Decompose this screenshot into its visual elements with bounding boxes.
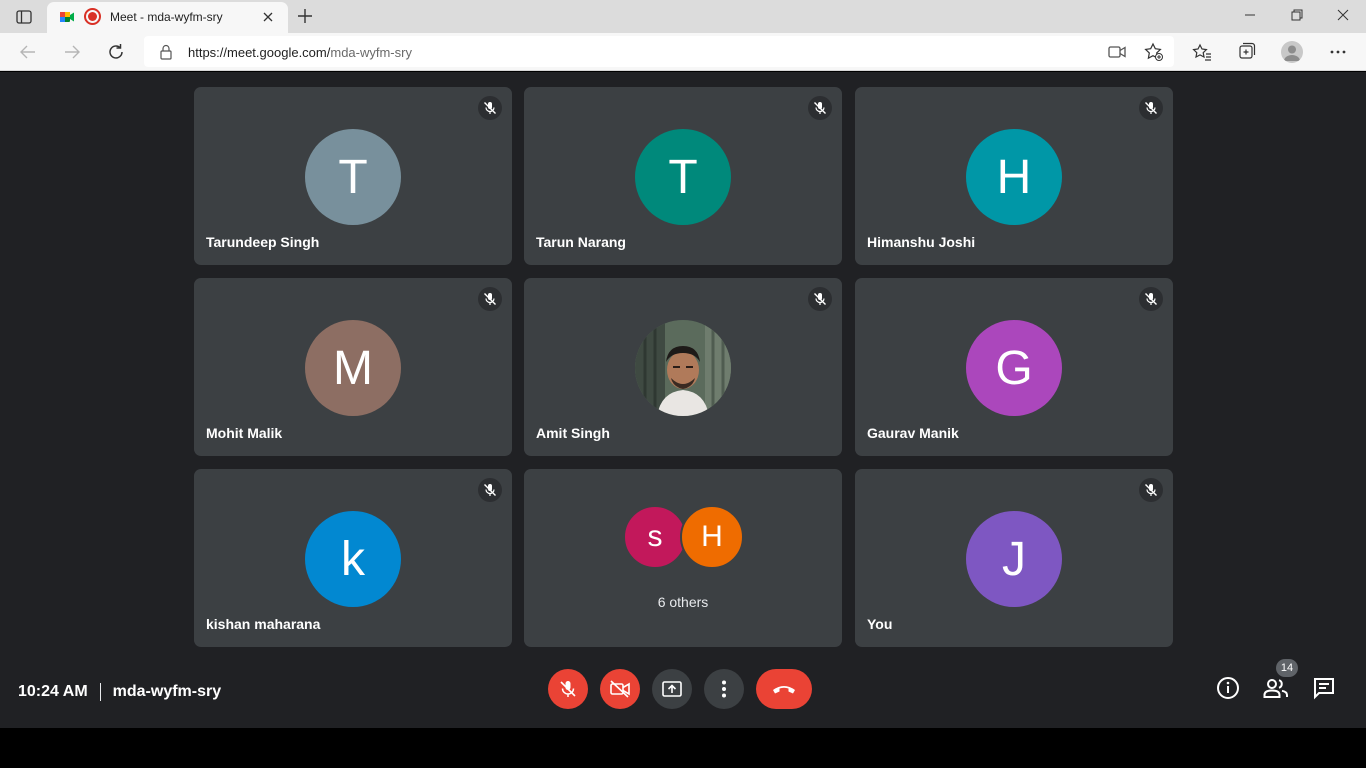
- favorites-icon[interactable]: [1191, 41, 1213, 63]
- participant-tile[interactable]: k kishan maharana: [194, 469, 512, 647]
- lock-icon: [160, 44, 172, 60]
- others-avatar: s: [623, 505, 687, 569]
- muted-mic-icon: [478, 96, 502, 120]
- muted-mic-icon: [478, 287, 502, 311]
- participant-tile[interactable]: H Himanshu Joshi: [855, 87, 1173, 265]
- avatar: M: [305, 320, 401, 416]
- self-tile[interactable]: J You: [855, 469, 1173, 647]
- meeting-code: mda-wyfm-sry: [112, 683, 222, 700]
- chat-icon[interactable]: [1311, 675, 1337, 701]
- others-count-label: 6 others: [657, 594, 709, 610]
- avatar-initial: G: [995, 341, 1033, 395]
- muted-mic-icon: [478, 478, 502, 502]
- minimize-icon[interactable]: [1238, 5, 1262, 25]
- participant-name: Amit Singh: [536, 425, 610, 441]
- meeting-details: 10:24 AM mda-wyfm-sry: [18, 680, 221, 704]
- new-tab-icon[interactable]: [295, 6, 315, 26]
- participant-tile[interactable]: M Mohit Malik: [194, 278, 512, 456]
- more-options-button[interactable]: [704, 669, 744, 709]
- avatar-initial: M: [333, 341, 373, 395]
- avatar: k: [305, 511, 401, 607]
- participant-tile[interactable]: Amit Singh: [524, 278, 842, 456]
- participant-name: Himanshu Joshi: [867, 234, 976, 250]
- meet-call-area: T Tarundeep Singh T Tarun Narang H Himan…: [0, 72, 1366, 728]
- present-icon: [662, 681, 682, 697]
- tab-title: Meet - mda-wyfm-sry: [110, 10, 223, 24]
- people-icon[interactable]: [1263, 675, 1289, 701]
- avatar: H: [966, 129, 1062, 225]
- avatar: G: [966, 320, 1062, 416]
- avatar-initial: s: [647, 520, 663, 553]
- participant-name: kishan maharana: [206, 616, 321, 632]
- participant-count-badge: 14: [1276, 659, 1298, 677]
- meet-favicon-icon: [60, 12, 74, 22]
- muted-mic-icon: [1139, 96, 1163, 120]
- participant-tile[interactable]: G Gaurav Manik: [855, 278, 1173, 456]
- muted-mic-icon: [1139, 287, 1163, 311]
- mic-off-icon: [560, 681, 576, 697]
- camera-off-icon: [610, 680, 630, 698]
- participant-name: You: [867, 616, 893, 632]
- present-screen-button[interactable]: [652, 669, 692, 709]
- avatar: J: [966, 511, 1062, 607]
- participant-tile[interactable]: T Tarun Narang: [524, 87, 842, 265]
- muted-mic-icon: [808, 287, 832, 311]
- avatar-initial: H: [701, 520, 723, 553]
- others-tile[interactable]: s H 6 others: [524, 469, 842, 647]
- others-avatar: H: [680, 505, 744, 569]
- tab-actions-icon[interactable]: [10, 7, 38, 27]
- refresh-icon[interactable]: [104, 41, 128, 63]
- collections-icon[interactable]: [1235, 41, 1257, 63]
- profile-photo-icon: [635, 320, 731, 416]
- url-host: https://meet.google.com/: [188, 45, 331, 60]
- more-vert-icon: [722, 680, 726, 698]
- avatar-initial: T: [668, 150, 698, 204]
- browser-tab-meet[interactable]: Meet - mda-wyfm-sry: [47, 2, 288, 33]
- participant-name: Tarundeep Singh: [206, 234, 320, 250]
- recording-indicator-icon: [84, 8, 101, 25]
- participant-name: Gaurav Manik: [867, 425, 959, 441]
- avatar-initial: H: [996, 150, 1032, 204]
- toggle-camera-button[interactable]: [600, 669, 640, 709]
- muted-mic-icon: [808, 96, 832, 120]
- browser-toolbar: https://meet.google.com/mda-wyfm-sry: [0, 33, 1366, 71]
- muted-mic-icon: [1139, 478, 1163, 502]
- hang-up-icon: [773, 686, 795, 694]
- participant-name: Mohit Malik: [206, 425, 283, 441]
- avatar-initial: T: [338, 150, 368, 204]
- participant-name: Tarun Narang: [536, 234, 626, 250]
- meeting-info-icon[interactable]: [1215, 675, 1241, 701]
- more-menu-icon[interactable]: [1327, 41, 1349, 63]
- add-favorite-icon[interactable]: [1143, 42, 1165, 62]
- clock-time: 10:24 AM: [18, 683, 88, 700]
- browser-tab-bar: Meet - mda-wyfm-sry: [0, 0, 1366, 33]
- forward-icon[interactable]: [60, 41, 84, 63]
- back-icon[interactable]: [16, 41, 40, 63]
- close-window-icon[interactable]: [1331, 5, 1355, 25]
- url-text: https://meet.google.com/mda-wyfm-sry: [188, 45, 412, 60]
- avatar: T: [635, 129, 731, 225]
- leave-call-button[interactable]: [756, 669, 812, 709]
- divider: [99, 683, 101, 701]
- url-path: mda-wyfm-sry: [330, 45, 412, 60]
- profile-avatar-icon[interactable]: [1281, 41, 1303, 63]
- participant-tile[interactable]: T Tarundeep Singh: [194, 87, 512, 265]
- avatar-initial: J: [1002, 532, 1026, 586]
- restore-icon[interactable]: [1285, 5, 1309, 25]
- avatar: T: [305, 129, 401, 225]
- camera-in-use-icon[interactable]: [1106, 42, 1128, 62]
- address-bar[interactable]: https://meet.google.com/mda-wyfm-sry: [144, 36, 1174, 67]
- avatar-initial: k: [341, 532, 365, 586]
- avatar-photo: [635, 320, 731, 416]
- toggle-mic-button[interactable]: [548, 669, 588, 709]
- close-tab-icon[interactable]: [260, 9, 276, 25]
